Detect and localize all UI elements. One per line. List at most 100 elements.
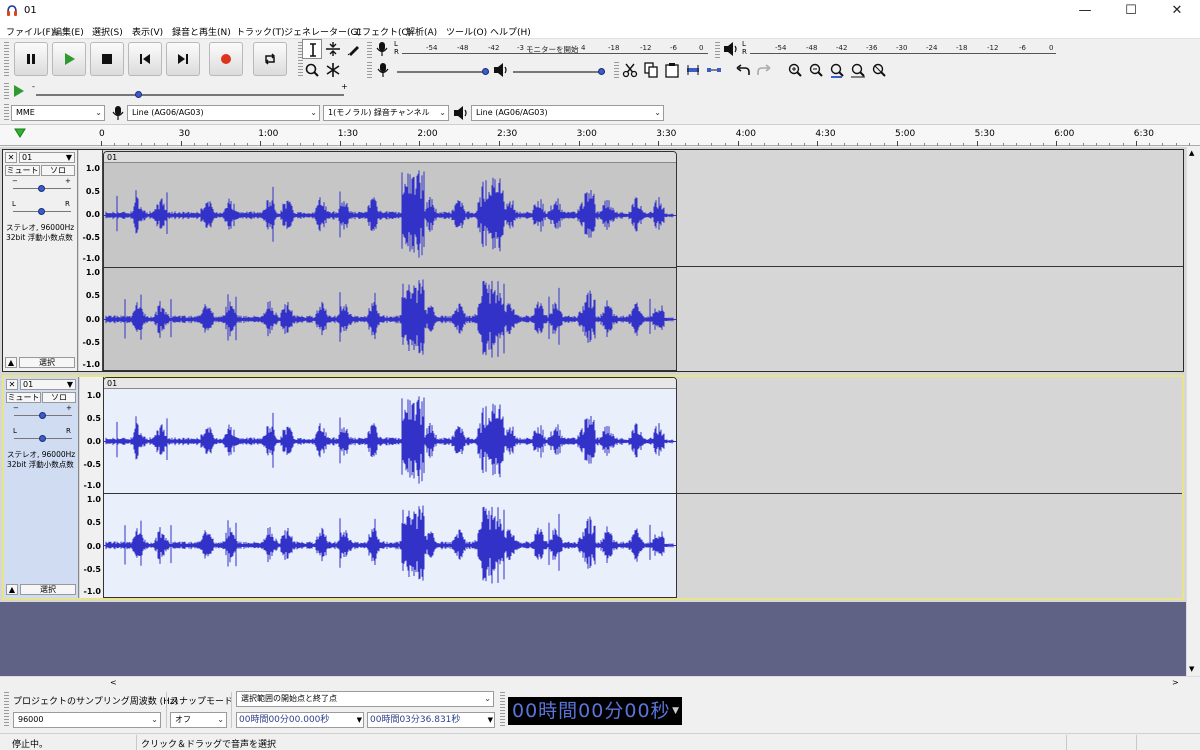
recording-device-select[interactable]: Line (AG06/AG03) ⌄ [127,105,320,121]
play-at-speed-icon[interactable] [12,84,26,98]
toolbar-grip[interactable] [4,104,9,121]
toolbar-grip[interactable] [715,42,720,59]
menu-transport[interactable]: 録音と再生(N) [172,25,231,38]
selection-start-time[interactable]: 00時間00分00.000秒 ▼ [236,712,364,728]
monitor-start-label[interactable]: モニターを開始 [526,44,579,55]
track-collapse-button[interactable]: ▲ [5,357,17,368]
menu-view[interactable]: 表示(V) [132,25,163,38]
pan-knob[interactable] [39,435,46,442]
recording-channels-select[interactable]: 1(モノラル) 録音チャンネル ⌄ [323,105,449,121]
zoom-out-button[interactable] [806,60,826,80]
recording-volume-knob[interactable] [482,68,489,75]
solo-button[interactable]: ソロ [42,392,76,403]
envelope-tool-button[interactable] [323,39,343,59]
clip-name[interactable]: 01 [104,378,676,389]
audio-clip[interactable]: 01 [103,377,677,598]
playback-speed-knob[interactable] [134,91,142,98]
menu-generate[interactable]: ジェネレーター(G) [284,25,361,38]
gain-knob[interactable] [39,412,46,419]
track-select-button[interactable]: 選択 [19,357,75,368]
menu-edit[interactable]: 編集(E) [53,25,84,38]
solo-button[interactable]: ソロ [41,165,75,176]
empty-track-area[interactable] [0,602,1186,676]
copy-button[interactable] [641,60,661,80]
scroll-up-icon[interactable]: ▲ [1189,149,1194,157]
selection-tool-button[interactable] [302,39,322,59]
menu-analyze[interactable]: 解析(A) [406,25,437,38]
recording-volume-slider[interactable] [397,71,489,73]
menu-tools[interactable]: ツール(O) [446,25,487,38]
audio-clip[interactable]: 01 [103,151,677,371]
track-collapse-button[interactable]: ▲ [6,584,18,595]
project-rate-select[interactable]: 96000 ⌄ [13,712,161,728]
maximize-button[interactable]: ☐ [1108,0,1154,22]
menu-help[interactable]: ヘルプ(H) [490,25,531,38]
stop-button[interactable] [90,42,124,76]
waveform-right-channel[interactable] [104,268,676,371]
play-meter-bar[interactable] [750,53,1056,54]
selection-mode-select[interactable]: 選択範囲の開始点と終了点 ⌄ [236,691,494,707]
track-close-button[interactable]: ✕ [5,152,17,163]
draw-tool-button[interactable] [344,39,364,59]
scroll-left-icon[interactable]: < [110,678,117,687]
audio-position-display[interactable]: 00時間00分00秒 ▼ [508,697,682,725]
trim-button[interactable] [683,60,703,80]
loop-button[interactable] [253,42,287,76]
cut-button[interactable] [620,60,640,80]
menu-select[interactable]: 選択(S) [92,25,123,38]
audio-track-selected[interactable]: ✕ 01 ▼ ミュート ソロ − + L R ステレオ, 96000Hz 32bi… [2,375,1184,600]
skip-to-end-button[interactable] [166,42,200,76]
record-button[interactable] [209,42,243,76]
scroll-right-icon[interactable]: > [1172,678,1179,687]
waveform-left-channel[interactable] [104,164,676,267]
silence-button[interactable] [704,60,724,80]
toolbar-grip[interactable] [500,692,505,728]
audio-host-select[interactable]: MME ⌄ [11,105,105,121]
pan-knob[interactable] [38,208,45,215]
audio-track[interactable]: ✕ 01 ▼ ミュート ソロ − + L R ステレオ, 96000Hz 32bi… [2,149,1184,372]
toolbar-grip[interactable] [367,62,372,79]
track-menu-button[interactable]: 01 ▼ [19,152,75,163]
fit-project-button[interactable] [848,60,868,80]
toolbar-grip[interactable] [4,42,9,78]
multi-tool-button[interactable] [323,60,343,80]
menu-file[interactable]: ファイル(F) [6,25,54,38]
menu-tracks[interactable]: トラック(T) [236,25,285,38]
undo-button[interactable] [733,60,753,80]
playback-volume-knob[interactable] [598,68,605,75]
playback-volume-slider[interactable] [513,71,605,73]
toolbar-grip[interactable] [4,83,9,100]
playback-device-select[interactable]: Line (AG06/AG03) ⌄ [471,105,664,121]
vertical-scrollbar[interactable]: ▲ ▼ [1186,147,1200,676]
redo-button[interactable] [754,60,774,80]
minimize-button[interactable]: — [1062,0,1108,22]
paste-button[interactable] [662,60,682,80]
track-menu-button[interactable]: 01 ▼ [20,379,76,390]
play-button[interactable] [52,42,86,76]
waveform-right-channel[interactable] [104,494,676,597]
zoom-in-button[interactable] [785,60,805,80]
menu-effect[interactable]: エフェクト(C) [353,25,411,38]
toolbar-grip[interactable] [4,692,9,728]
close-button[interactable]: ✕ [1154,0,1200,22]
waveform-left-channel[interactable] [104,390,676,493]
clip-name[interactable]: 01 [104,152,676,163]
mute-button[interactable]: ミュート [5,165,40,176]
gain-knob[interactable] [38,185,45,192]
selection-end-time[interactable]: 00時間03分36.831秒 ▼ [367,712,495,728]
timeline-options-icon[interactable] [14,128,26,138]
playback-speed-slider[interactable] [36,94,344,96]
horizontal-scrollbar[interactable]: < > [0,676,1200,689]
zoom-tool-button[interactable] [302,60,322,80]
skip-to-start-button[interactable] [128,42,162,76]
pause-button[interactable] [14,42,48,76]
track-close-button[interactable]: ✕ [6,379,18,390]
zoom-toggle-button[interactable] [869,60,889,80]
fit-selection-button[interactable] [827,60,847,80]
mute-button[interactable]: ミュート [6,392,41,403]
scroll-down-icon[interactable]: ▼ [1189,665,1194,673]
toolbar-grip[interactable] [367,42,372,59]
snap-mode-select[interactable]: オフ ⌄ [170,712,227,728]
toolbar-grip[interactable] [614,62,619,79]
track-select-button[interactable]: 選択 [20,584,76,595]
